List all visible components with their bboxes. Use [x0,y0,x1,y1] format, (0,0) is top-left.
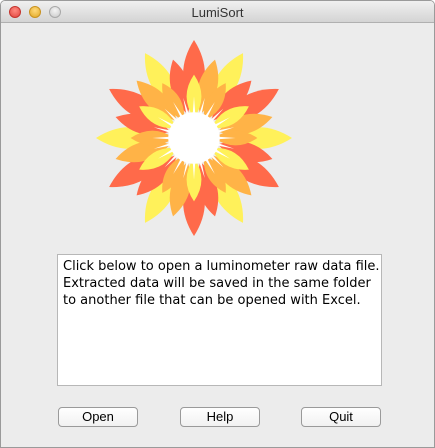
message-line: Extracted data will be saved in the same… [63,276,371,291]
window-title: LumiSort [191,5,244,20]
message-line: to another file that can be opened with … [63,293,361,308]
app-window: LumiSort Click below to open a luminomet… [0,0,435,448]
help-button[interactable]: Help [180,407,260,427]
logo-starburst [152,96,236,180]
open-button[interactable]: Open [58,407,138,427]
message-text-area: Click below to open a luminometer raw da… [57,254,382,386]
message-line: Click below to open a luminometer raw da… [63,259,380,274]
title-bar[interactable]: LumiSort [1,1,434,23]
sunflower-logo-icon [95,39,293,237]
quit-button[interactable]: Quit [301,407,381,427]
